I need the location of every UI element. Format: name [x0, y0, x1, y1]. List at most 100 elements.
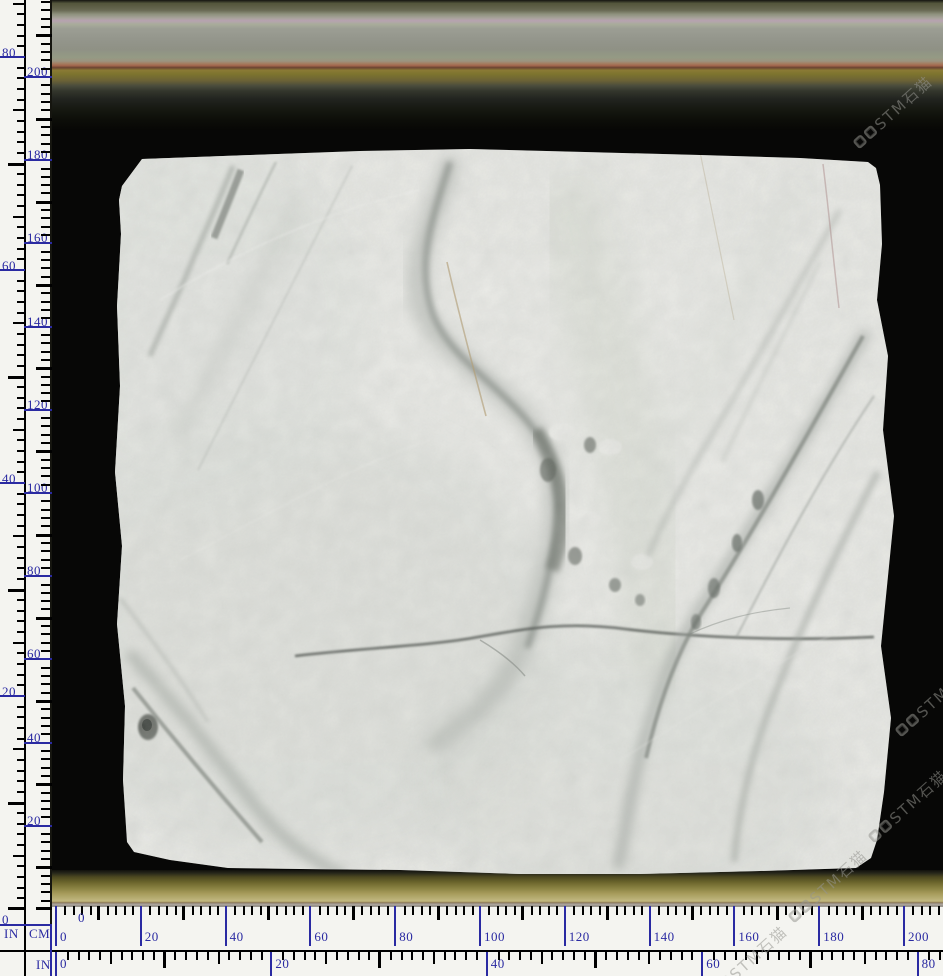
ruler-tick [879, 906, 881, 915]
ruler-tick [239, 952, 241, 960]
ruler-tick [174, 952, 176, 960]
ruler-tick [691, 952, 693, 960]
ruler-label: 20 [145, 930, 159, 943]
ruler-tick [821, 952, 823, 960]
ruler-tick [41, 301, 50, 303]
ruler-tick [36, 367, 52, 370]
ruler-tick [121, 952, 123, 960]
ruler-tick [17, 471, 25, 473]
ruler-tick [347, 952, 349, 960]
ruler-tick [681, 952, 683, 960]
ruler-tick [17, 461, 25, 463]
ruler-tick [228, 952, 230, 960]
ruler-tick [17, 652, 25, 654]
ruler-tick [361, 906, 363, 915]
ruler-tick [17, 354, 25, 356]
ruler-tick [41, 126, 50, 128]
ruler-tick [465, 952, 467, 960]
ruler-label: 100 [484, 930, 505, 943]
ruler-tick [845, 906, 847, 915]
ruler-tick [41, 134, 50, 136]
ruler-tick [17, 727, 25, 729]
ruler-tick [530, 952, 532, 960]
ruler-tick [421, 906, 423, 915]
ruler-tick [107, 906, 109, 915]
horizontal-in-unit-label: IN [36, 958, 51, 971]
ruler-tick [17, 67, 25, 69]
ruler-tick [41, 359, 50, 361]
ruler-label: 120 [569, 930, 590, 943]
ruler-tick [142, 952, 144, 960]
ruler-tick [17, 45, 25, 47]
ruler-tick [17, 876, 25, 878]
ruler-tick [41, 775, 50, 777]
ruler-major-tick [55, 952, 57, 976]
ruler-tick [41, 675, 50, 677]
watermark-logo-icon [867, 828, 883, 844]
ruler-tick [17, 439, 25, 441]
ruler-tick [616, 906, 618, 915]
ruler-tick [41, 650, 50, 652]
corner-divider-vertical [24, 905, 26, 976]
ruler-tick [17, 738, 25, 740]
ruler-tick [17, 194, 25, 196]
ruler-tick [41, 800, 50, 802]
ruler-tick [36, 783, 52, 786]
ruler-tick [41, 143, 50, 145]
ruler-tick [17, 844, 25, 846]
ruler-tick [41, 550, 50, 552]
ruler-tick [378, 952, 381, 968]
ruler-label: 0 [60, 930, 67, 943]
ruler-tick [207, 952, 209, 960]
ruler-label: 40 [27, 731, 41, 744]
ruler-tick [41, 392, 50, 394]
ruler-tick [41, 192, 50, 194]
ruler-tick [41, 625, 50, 627]
ruler-tick [64, 906, 66, 915]
ruler-tick [17, 663, 25, 665]
ruler-tick [41, 484, 50, 486]
ruler-major-tick [733, 906, 735, 946]
ruler-major-tick [140, 906, 142, 946]
ruler-tick [124, 906, 126, 915]
ruler-tick [41, 151, 50, 153]
ruler-tick [73, 906, 75, 915]
ruler-tick [508, 952, 510, 960]
ruler-tick [17, 141, 25, 143]
ruler-tick [41, 542, 50, 544]
ruler-tick [633, 906, 635, 915]
ruler-tick [411, 952, 413, 960]
watermark-logo-icon [798, 899, 814, 915]
ruler-tick [13, 322, 25, 324]
ruler-tick [41, 692, 50, 694]
ruler-tick [36, 34, 52, 37]
ruler-tick [260, 906, 262, 915]
ruler-tick [370, 906, 372, 915]
ruler-tick [606, 906, 609, 920]
ruler-tick [163, 952, 166, 968]
ruler-tick [41, 883, 50, 885]
ruler-tick [36, 700, 52, 703]
ruler-tick [422, 952, 424, 960]
ruler-tick [41, 292, 50, 294]
ruler-tick [521, 906, 524, 920]
ruler-tick [624, 906, 626, 915]
ruler-tick [41, 217, 50, 219]
ruler-tick [200, 906, 202, 915]
ruler-label: 80 [399, 930, 413, 943]
ruler-tick [726, 906, 728, 915]
ruler-tick [251, 906, 253, 915]
ruler-tick [17, 24, 25, 26]
ruler-label: 60 [314, 930, 328, 943]
ruler-tick [41, 725, 50, 727]
vertical-cm-zero-label: 0 [78, 911, 85, 924]
ruler-tick [327, 906, 329, 915]
ruler-tick [531, 906, 533, 915]
ruler-tick [875, 952, 877, 960]
ruler-tick [17, 120, 25, 122]
ruler-major-tick [818, 906, 820, 946]
ruler-tick [433, 952, 435, 964]
ruler-major-tick [225, 906, 227, 946]
ruler-tick [41, 891, 50, 893]
ruler-tick [41, 567, 50, 569]
